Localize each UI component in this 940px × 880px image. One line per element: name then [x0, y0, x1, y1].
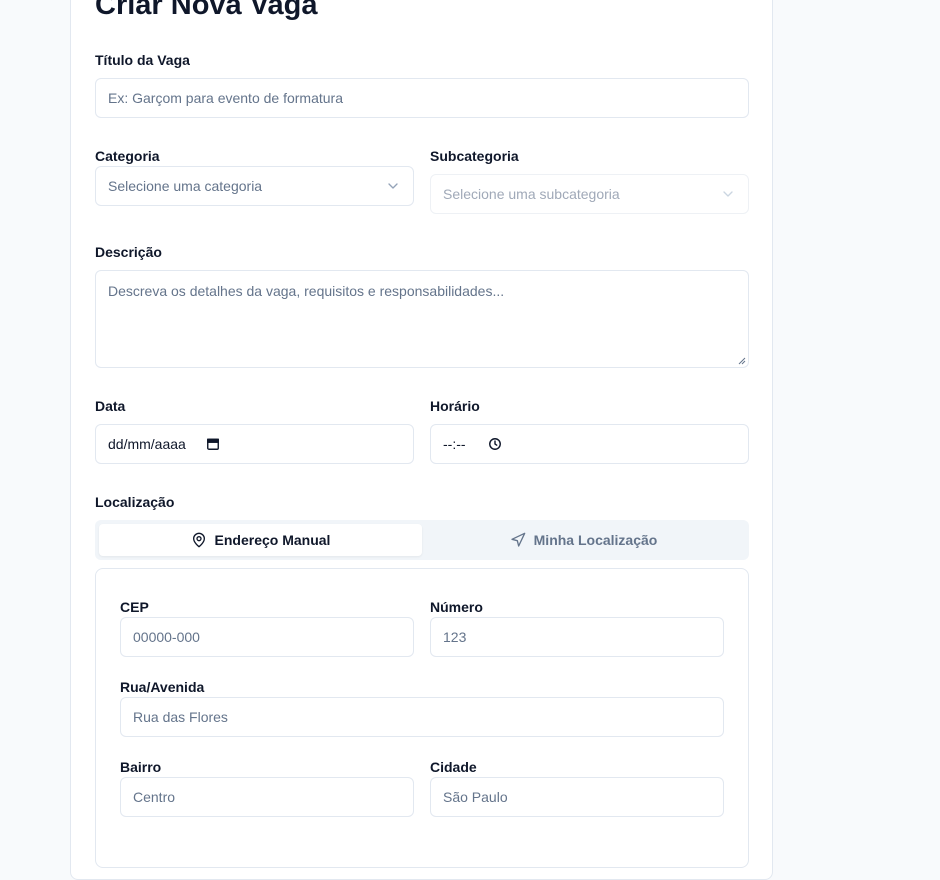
cidade-input[interactable]: São Paulo: [430, 777, 724, 817]
tab-minha-localizacao[interactable]: Minha Localização: [422, 524, 745, 556]
cidade-label: Cidade: [430, 759, 477, 775]
horario-value: --:--: [443, 436, 466, 452]
map-pin-icon: [192, 532, 205, 548]
subcategoria-label: Subcategoria: [430, 148, 519, 164]
horario-input[interactable]: --:--: [430, 424, 749, 464]
clock-icon[interactable]: [488, 437, 502, 451]
numero-placeholder: 123: [443, 629, 467, 645]
cep-placeholder: 00000-000: [133, 629, 200, 645]
subcategoria-value: Selecione uma subcategoria: [443, 186, 620, 202]
data-label: Data: [95, 398, 126, 414]
navigation-icon: [510, 532, 525, 547]
descricao-textarea[interactable]: Descreva os detalhes da vaga, requisitos…: [95, 270, 749, 368]
tab-minha-localizacao-label: Minha Localização: [533, 532, 658, 548]
cep-label: CEP: [120, 599, 149, 615]
numero-label: Número: [430, 599, 483, 615]
data-input[interactable]: dd/mm/aaaa: [95, 424, 414, 464]
numero-input[interactable]: 123: [430, 617, 724, 657]
chevron-down-icon: [723, 191, 733, 197]
tab-endereco-manual[interactable]: Endereço Manual: [99, 524, 422, 556]
location-tabs: Endereço Manual Minha Localização: [95, 520, 749, 560]
descricao-label: Descrição: [95, 244, 162, 260]
categoria-value: Selecione uma categoria: [108, 178, 263, 194]
categoria-select[interactable]: Selecione uma categoria: [95, 166, 414, 206]
resize-handle-icon[interactable]: [738, 357, 746, 365]
subcategoria-select[interactable]: Selecione uma subcategoria: [430, 174, 749, 214]
bairro-label: Bairro: [120, 759, 162, 775]
page-title: Criar Nova Vaga: [95, 0, 318, 21]
descricao-placeholder: Descreva os detalhes da vaga, requisitos…: [108, 283, 505, 299]
rua-placeholder: Rua das Flores: [133, 709, 228, 725]
rua-input[interactable]: Rua das Flores: [120, 697, 724, 737]
cep-input[interactable]: 00000-000: [120, 617, 414, 657]
data-value: dd/mm/aaaa: [108, 436, 186, 452]
categoria-label: Categoria: [95, 148, 160, 164]
rua-label: Rua/Avenida: [120, 679, 205, 695]
titulo-placeholder: Ex: Garçom para evento de formatura: [108, 90, 343, 106]
chevron-down-icon: [388, 183, 398, 189]
bairro-placeholder: Centro: [133, 789, 176, 805]
calendar-icon[interactable]: [206, 437, 220, 451]
bairro-input[interactable]: Centro: [120, 777, 414, 817]
titulo-label: Título da Vaga: [95, 52, 190, 68]
tab-endereco-manual-label: Endereço Manual: [214, 532, 331, 548]
localizacao-label: Localização: [95, 494, 175, 510]
titulo-input[interactable]: Ex: Garçom para evento de formatura: [95, 78, 749, 118]
horario-label: Horário: [430, 398, 480, 414]
cidade-placeholder: São Paulo: [443, 789, 508, 805]
